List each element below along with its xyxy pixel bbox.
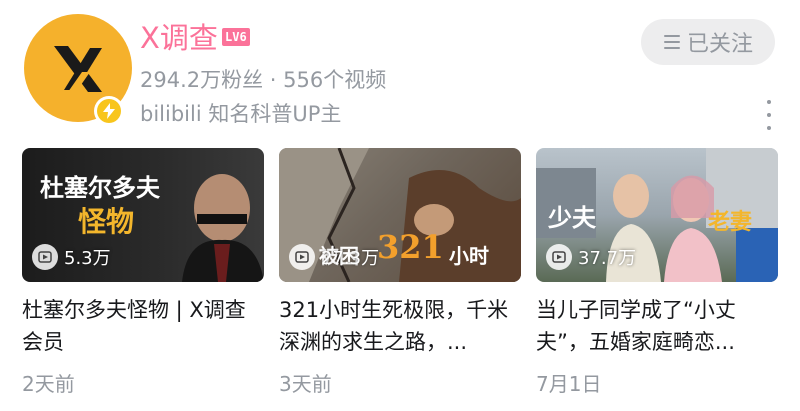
channel-stats: 294.2万粉丝 · 556个视频 bbox=[140, 68, 387, 92]
more-vertical-icon[interactable] bbox=[760, 100, 778, 130]
play-count: 5.3万 bbox=[32, 244, 111, 270]
thumb-title-line1: 少夫 bbox=[548, 203, 596, 232]
video-card[interactable]: 杜塞尔多夫 怪物 5.3万 杜塞尔多夫怪物 | X调查会员 2天前 bbox=[22, 148, 264, 397]
play-count-value: 5.3万 bbox=[64, 248, 111, 269]
play-icon bbox=[289, 244, 315, 270]
thumb-title-line2: 321 bbox=[377, 228, 444, 266]
video-title[interactable]: 321小时生死极限，千米深渊的求生之路，... bbox=[279, 294, 521, 358]
video-title[interactable]: 当儿子同学成了“小丈夫”，五婚家庭畸恋... bbox=[536, 294, 778, 358]
video-card[interactable]: 被困 321 小时 27.3万 321小时生死极限，千米深渊的求生之路，... … bbox=[279, 148, 521, 397]
play-icon bbox=[32, 244, 58, 270]
play-count-value: 37.7万 bbox=[578, 248, 637, 269]
follow-button[interactable]: 已关注 bbox=[641, 19, 775, 65]
video-date: 3天前 bbox=[279, 372, 332, 396]
video-date: 2天前 bbox=[22, 372, 75, 396]
verify-badge bbox=[94, 96, 124, 126]
thumb-title-line2: 怪物 bbox=[78, 205, 135, 238]
play-icon bbox=[546, 244, 572, 270]
menu-lines-icon bbox=[663, 35, 680, 49]
follow-label: 已关注 bbox=[686, 32, 753, 57]
thumb-title-line3: 小时 bbox=[449, 244, 489, 268]
level-badge: LV6 bbox=[222, 28, 250, 46]
lightning-verify-icon bbox=[103, 103, 115, 119]
thumb-title-line1: 杜塞尔多夫 bbox=[40, 173, 160, 202]
channel-name[interactable]: X调查 bbox=[140, 20, 218, 56]
play-count-value: 27.3万 bbox=[321, 248, 380, 269]
play-count: 27.3万 bbox=[289, 244, 379, 270]
video-thumbnail[interactable]: 被困 321 小时 27.3万 bbox=[279, 148, 521, 282]
video-thumbnail[interactable]: 杜塞尔多夫 怪物 5.3万 bbox=[22, 148, 264, 282]
video-title[interactable]: 杜塞尔多夫怪物 | X调查会员 bbox=[22, 294, 264, 358]
video-date: 7月1日 bbox=[536, 372, 602, 396]
channel-tagline: bilibili 知名科普UP主 bbox=[140, 102, 342, 126]
play-count: 37.7万 bbox=[546, 244, 636, 270]
video-card[interactable]: 少夫 老妻 37.7万 当儿子同学成了“小丈夫”，五婚家庭畸恋... 7月1日 bbox=[536, 148, 778, 397]
thumb-title-line2: 老妻 bbox=[708, 209, 753, 235]
video-thumbnail[interactable]: 少夫 老妻 37.7万 bbox=[536, 148, 778, 282]
